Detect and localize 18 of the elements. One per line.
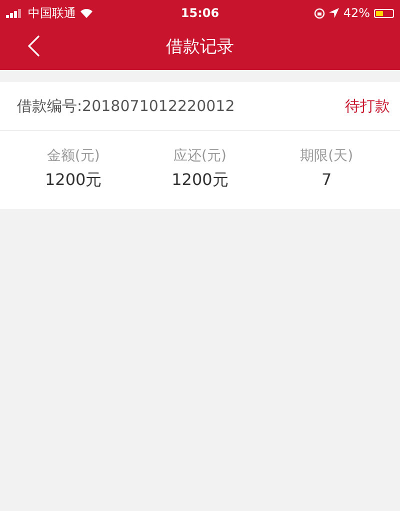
signal-icon	[6, 8, 24, 18]
loan-number: 借款编号:2018071012220012	[17, 96, 235, 116]
field-label: 金额(元)	[46, 147, 100, 165]
location-icon	[329, 8, 340, 18]
field-label: 期限(天)	[300, 147, 354, 165]
status-time: 15:06	[180, 6, 220, 20]
lock-rotation-icon	[314, 8, 326, 18]
battery-icon	[374, 8, 394, 18]
wifi-icon	[80, 8, 93, 18]
field-label: 应还(元)	[174, 147, 226, 165]
loan-status: 待打款	[345, 96, 390, 116]
field-value: 1200元	[172, 170, 228, 191]
battery-percent: 42%	[343, 6, 370, 20]
carrier-name: 中国联通	[28, 4, 76, 22]
field-value: 1200元	[44, 170, 102, 191]
back-icon[interactable]	[28, 35, 40, 57]
field-value: 7	[322, 170, 332, 189]
page-title: 借款记录	[166, 36, 234, 58]
